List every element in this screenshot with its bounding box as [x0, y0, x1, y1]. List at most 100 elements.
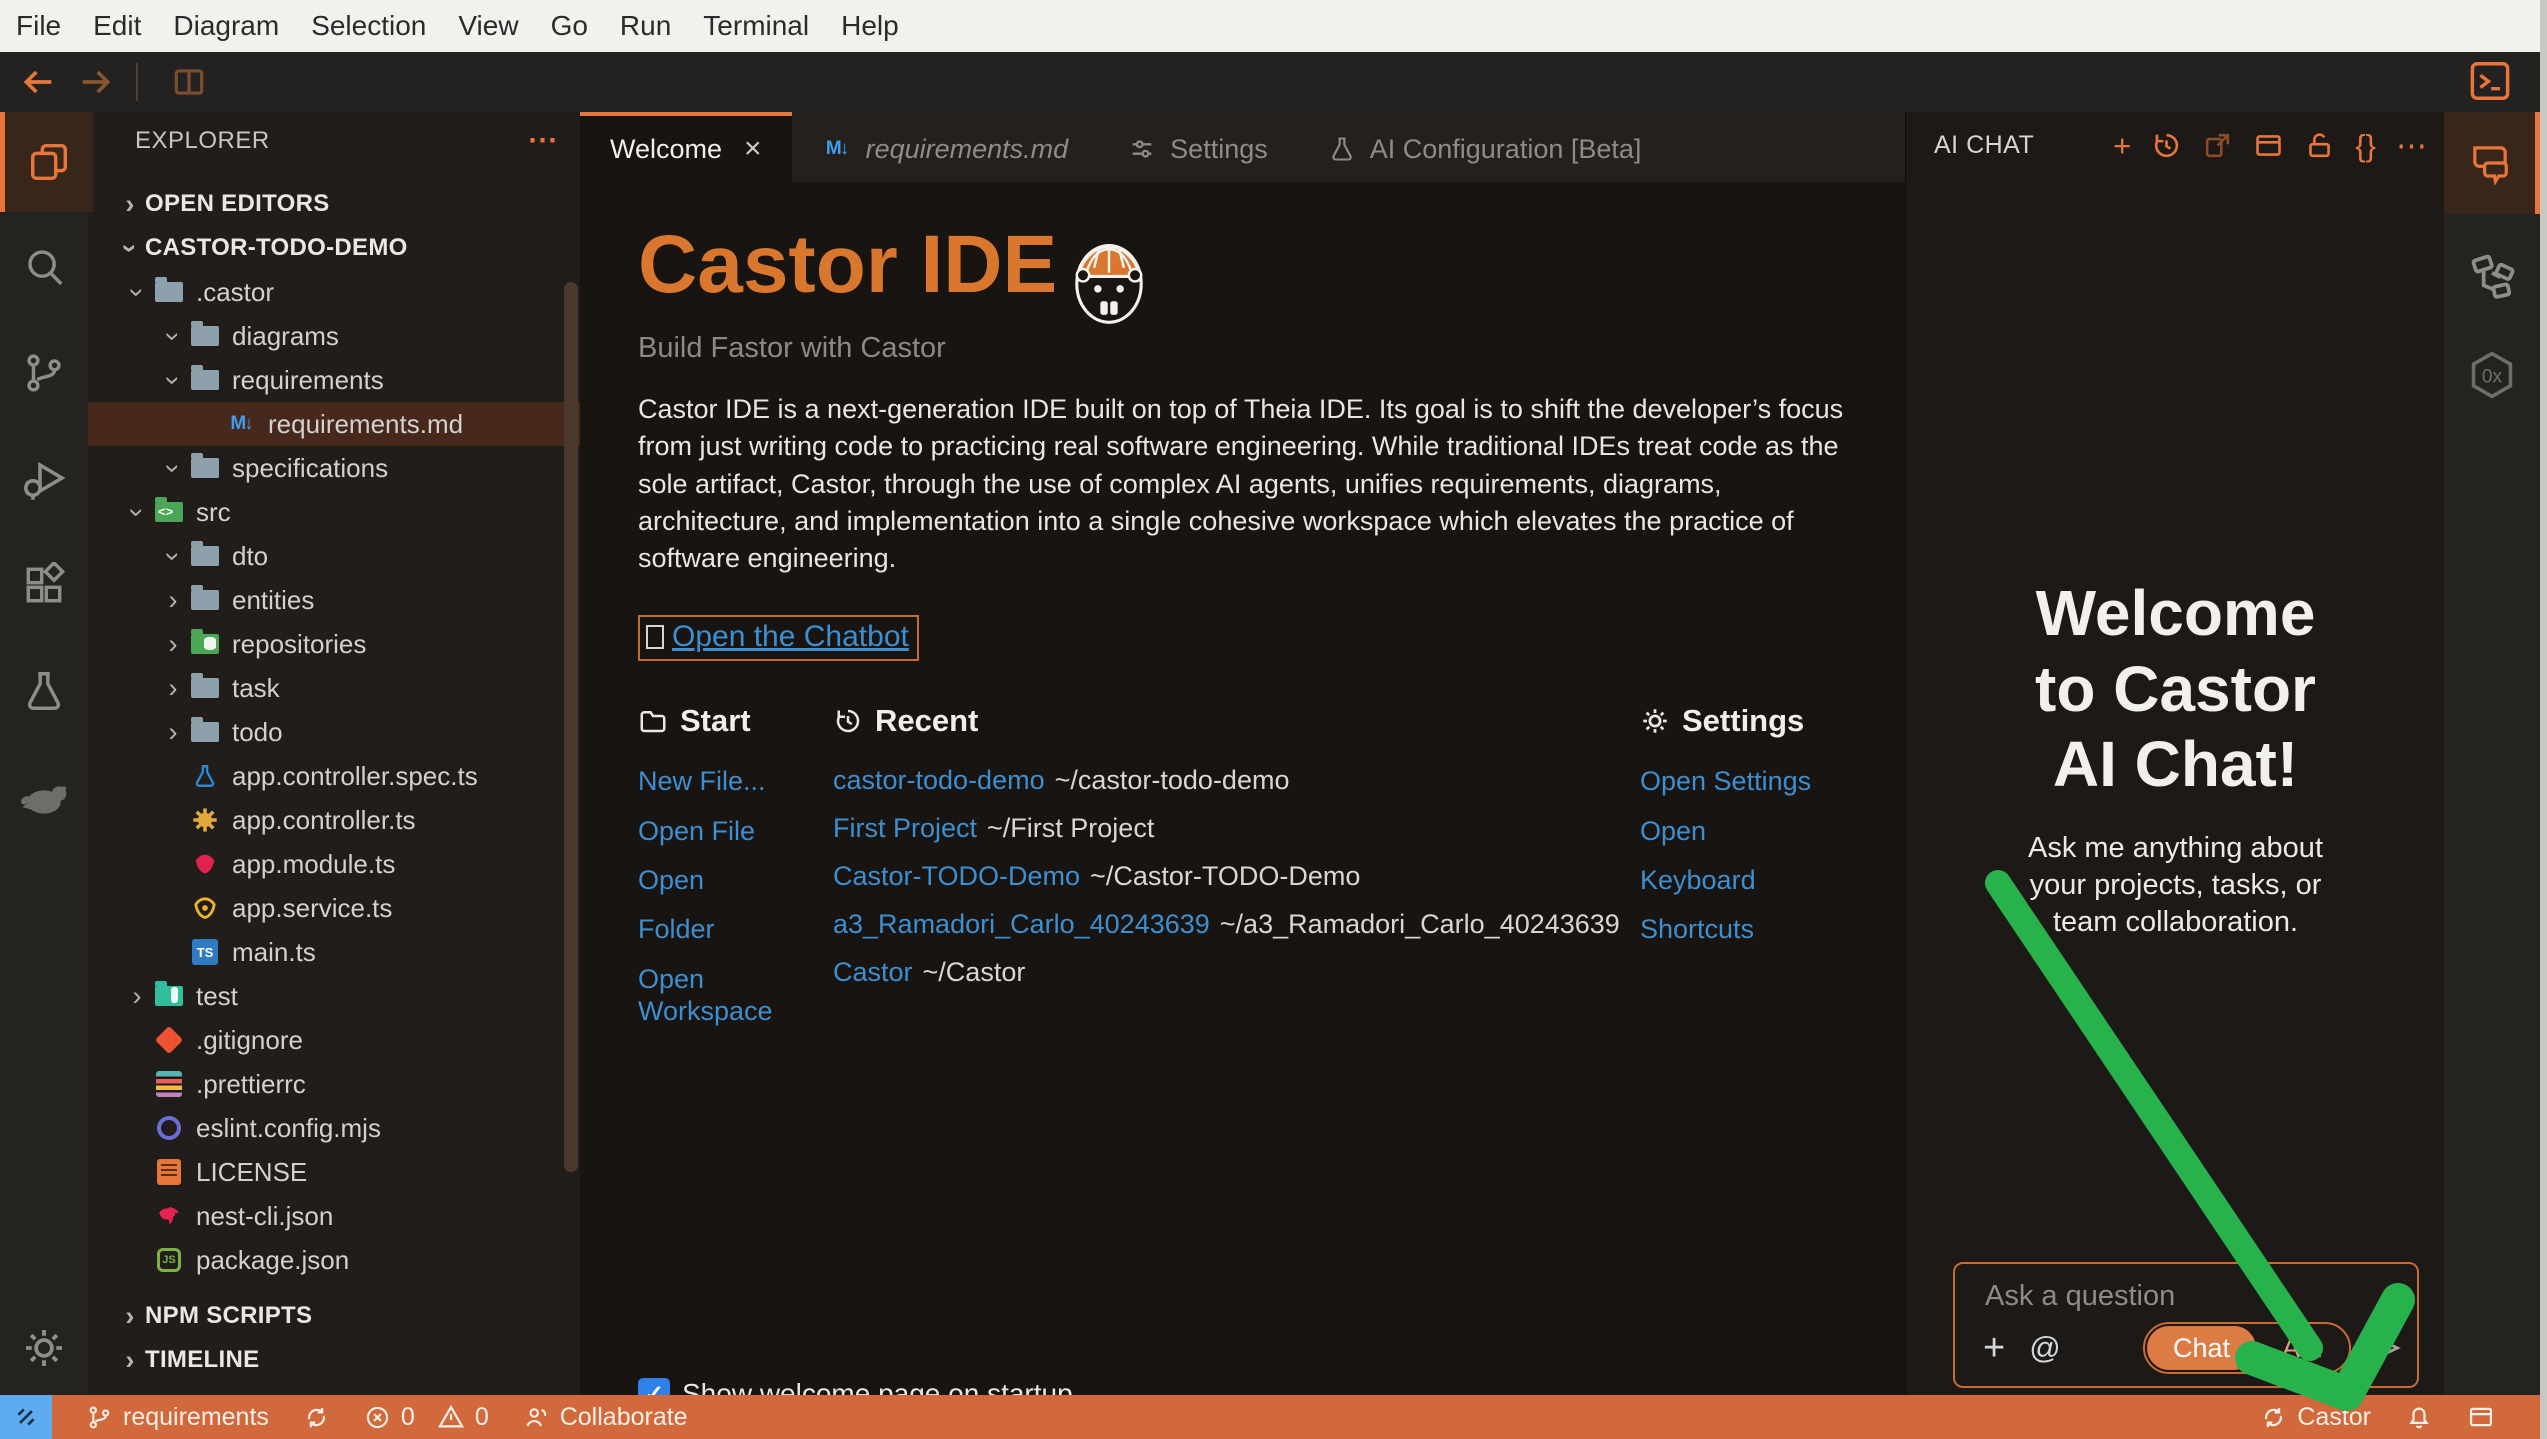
- tree-folder-todo[interactable]: › todo: [88, 710, 580, 754]
- menu-view[interactable]: View: [442, 10, 534, 42]
- new-chat-icon[interactable]: +: [2113, 130, 2131, 161]
- tree-section-project-root[interactable]: › CASTOR-TODO-DEMO: [88, 226, 580, 270]
- tree-file-prettierrc[interactable]: .prettierrc: [88, 1062, 580, 1106]
- warnings-indicator[interactable]: 0: [437, 1403, 489, 1432]
- errors-indicator[interactable]: 0: [364, 1403, 415, 1432]
- tree-file-app-module[interactable]: app.module.ts: [88, 842, 580, 886]
- menu-edit[interactable]: Edit: [77, 10, 157, 42]
- extensions-icon[interactable]: [0, 535, 88, 635]
- beaver-icon[interactable]: [0, 747, 88, 847]
- tree-folder-requirements[interactable]: › requirements: [88, 358, 580, 402]
- explorer-icon[interactable]: [0, 112, 93, 212]
- folder-link[interactable]: Folder: [638, 913, 833, 945]
- more-actions-icon[interactable]: ⋯: [528, 126, 559, 156]
- tree-file-main-ts[interactable]: main.ts: [88, 930, 580, 974]
- tab-settings[interactable]: Settings: [1098, 112, 1298, 182]
- back-arrow-icon[interactable]: [18, 62, 58, 102]
- tree-section-npm-scripts[interactable]: › NPM SCRIPTS: [88, 1294, 580, 1338]
- tree-label: entities: [232, 585, 314, 616]
- tab-welcome[interactable]: Welcome ×: [580, 112, 792, 182]
- chat-history-icon[interactable]: [2151, 130, 2182, 161]
- shortcuts-link[interactable]: Shortcuts: [1640, 913, 1865, 945]
- open-chatbot-button[interactable]: Open the Chatbot: [638, 615, 919, 661]
- recent-workspace-link[interactable]: Castor-TODO-Demo: [833, 861, 1080, 891]
- recent-workspace-link[interactable]: First Project: [833, 813, 977, 843]
- forward-arrow-icon[interactable]: [76, 62, 116, 102]
- tree-file-eslint-config[interactable]: eslint.config.mjs: [88, 1106, 580, 1150]
- open-workspace-link[interactable]: Open Workspace: [638, 963, 768, 1028]
- open-in-editor-icon[interactable]: [2202, 130, 2233, 161]
- collaborate-button[interactable]: Collaborate: [523, 1403, 688, 1432]
- menu-file[interactable]: File: [0, 10, 77, 42]
- source-control-icon[interactable]: [0, 323, 88, 423]
- more-actions-icon[interactable]: ⋯: [2396, 130, 2427, 161]
- recent-workspace-link[interactable]: Castor: [833, 957, 913, 987]
- tab-requirements-md[interactable]: requirements.md: [792, 112, 1099, 182]
- attach-plus-icon[interactable]: +: [1983, 1329, 2005, 1367]
- menu-selection[interactable]: Selection: [295, 10, 442, 42]
- notifications-bell[interactable]: [2405, 1403, 2433, 1431]
- open-keyboard-link[interactable]: Open: [1640, 815, 1865, 847]
- branch-indicator[interactable]: requirements: [86, 1403, 269, 1432]
- tree-file-requirements-md[interactable]: requirements.md: [88, 402, 580, 446]
- remote-indicator[interactable]: [0, 1395, 52, 1439]
- close-icon[interactable]: ×: [744, 132, 762, 166]
- recent-workspace-link[interactable]: castor-todo-demo: [833, 765, 1045, 795]
- menu-help[interactable]: Help: [825, 10, 915, 42]
- open-file-link[interactable]: Open File: [638, 815, 833, 847]
- open-link[interactable]: Open: [638, 864, 833, 896]
- test-flask-icon[interactable]: [0, 641, 88, 741]
- warning-icon: [437, 1403, 465, 1431]
- menu-go[interactable]: Go: [535, 10, 604, 42]
- tree-folder-test[interactable]: › test: [88, 974, 580, 1018]
- tree-file-app-service[interactable]: app.service.ts: [88, 886, 580, 930]
- tree-folder-src[interactable]: › src: [88, 490, 580, 534]
- split-editor-icon[interactable]: [170, 63, 208, 101]
- tree-section-open-editors[interactable]: › OPEN EDITORS: [88, 182, 580, 226]
- tree-folder-specifications[interactable]: › specifications: [88, 446, 580, 490]
- tree-file-nest-cli[interactable]: nest-cli.json: [88, 1194, 580, 1238]
- tree-folder-castor[interactable]: › .castor: [88, 270, 580, 314]
- unlock-icon[interactable]: [2304, 130, 2335, 161]
- mode-act-button[interactable]: Act: [2256, 1333, 2347, 1364]
- hex-0x-icon[interactable]: 0x: [2444, 324, 2540, 426]
- keyboard-link[interactable]: Keyboard: [1640, 864, 1865, 896]
- tree-file-gitignore[interactable]: .gitignore: [88, 1018, 580, 1062]
- braces-icon[interactable]: {}: [2355, 130, 2376, 161]
- tree-folder-task[interactable]: › task: [88, 666, 580, 710]
- tree-file-license[interactable]: LICENSE: [88, 1150, 580, 1194]
- diagram-hierarchy-icon[interactable]: [2444, 224, 2540, 326]
- terminal-icon[interactable]: [2467, 58, 2513, 104]
- open-settings-link[interactable]: Open Settings: [1640, 765, 1865, 797]
- menu-diagram[interactable]: Diagram: [157, 10, 295, 42]
- ai-chat-icon[interactable]: [2444, 112, 2540, 214]
- mode-chat-button[interactable]: Chat: [2147, 1326, 2256, 1370]
- mention-at-icon[interactable]: @: [2029, 1330, 2060, 1366]
- tree-file-app-controller-spec[interactable]: app.controller.spec.ts: [88, 754, 580, 798]
- repositories-folder-icon: [190, 629, 220, 659]
- run-debug-icon[interactable]: [0, 429, 88, 529]
- castor-status-button[interactable]: Castor: [2260, 1403, 2371, 1432]
- send-icon[interactable]: [2365, 1329, 2403, 1367]
- tree-folder-diagrams[interactable]: › diagrams: [88, 314, 580, 358]
- sidebar-scrollbar[interactable]: [564, 282, 578, 1172]
- layout-panel-icon[interactable]: [2253, 130, 2284, 161]
- new-file-link[interactable]: New File...: [638, 765, 833, 797]
- menu-terminal[interactable]: Terminal: [687, 10, 825, 42]
- tree-folder-entities[interactable]: › entities: [88, 578, 580, 622]
- chat-question-input[interactable]: Ask a question + @ Chat Act: [1953, 1262, 2419, 1388]
- tab-ai-configuration[interactable]: AI Configuration [Beta]: [1298, 112, 1672, 182]
- tree-folder-dto[interactable]: › dto: [88, 534, 580, 578]
- tree-file-package-json[interactable]: package.json: [88, 1238, 580, 1282]
- open-chatbot-link[interactable]: Open the Chatbot: [672, 620, 909, 654]
- tree-folder-repositories[interactable]: › repositories: [88, 622, 580, 666]
- tree-section-timeline[interactable]: › TIMELINE: [88, 1338, 580, 1382]
- recent-workspace-link[interactable]: a3_Ramadori_Carlo_40243639: [833, 909, 1210, 939]
- sync-button[interactable]: [303, 1404, 330, 1431]
- chat-act-toggle[interactable]: Chat Act: [2143, 1322, 2351, 1374]
- search-icon[interactable]: [0, 217, 88, 317]
- menu-run[interactable]: Run: [604, 10, 687, 42]
- toggle-panel-button[interactable]: [2467, 1403, 2495, 1431]
- tree-file-app-controller[interactable]: app.controller.ts: [88, 798, 580, 842]
- settings-gear-icon[interactable]: [0, 1298, 88, 1398]
